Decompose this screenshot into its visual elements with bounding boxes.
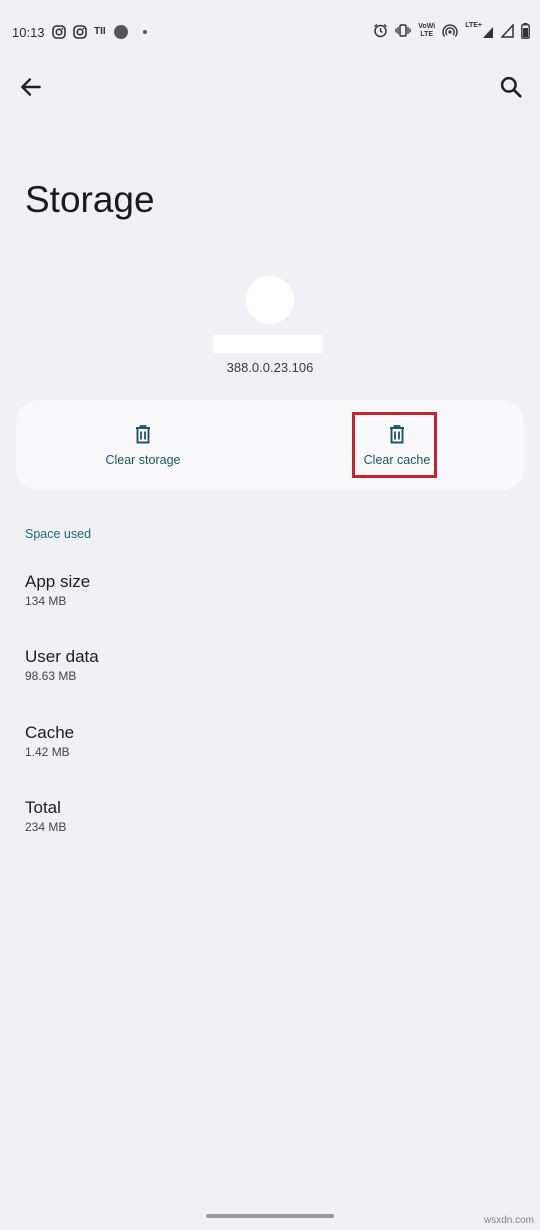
item-value: 1.42 MB — [25, 745, 70, 759]
alarm-icon — [374, 23, 388, 38]
clear-storage-button[interactable]: Clear storage — [16, 400, 270, 490]
item-title: Total — [25, 798, 61, 817]
trash-icon — [136, 425, 150, 444]
hotspot-icon — [442, 24, 458, 37]
storage-item-cache: Cache 1.42 MB — [25, 722, 74, 760]
app-icon — [246, 276, 294, 324]
storage-item-app-size: App size 134 MB — [25, 571, 90, 609]
instagram-icon — [73, 25, 87, 39]
clear-storage-label: Clear storage — [105, 453, 181, 467]
item-title: App size — [25, 572, 91, 591]
status-time: 10:13 — [12, 25, 45, 40]
battery-icon — [521, 22, 530, 39]
item-title: Cache — [25, 723, 75, 742]
item-title: User data — [25, 647, 99, 666]
app-bar — [0, 64, 540, 112]
gesture-nav-handle[interactable] — [206, 1214, 334, 1218]
watermark: wsxdn.com — [483, 1215, 534, 1226]
clear-cache-highlight — [352, 412, 437, 478]
app-name-redacted — [213, 335, 323, 353]
small-dot-icon — [142, 30, 147, 34]
signal-icon — [501, 23, 514, 38]
storage-item-total: Total 234 MB — [25, 797, 66, 835]
lte-signal-icon: LTE+ — [465, 22, 494, 39]
status-right-icons: VoWi LTE LTE+ — [373, 22, 530, 39]
record-dot-icon — [113, 25, 128, 39]
volte-icon: VoWi LTE — [418, 22, 436, 38]
status-bar: 10:13 TII VoWi LTE LTE+ — [0, 0, 540, 64]
storage-actions-card: Clear storage Clear cache — [16, 400, 524, 490]
item-value: 234 MB — [25, 820, 67, 834]
app-version: 388.0.0.23.106 — [226, 360, 314, 375]
search-icon[interactable] — [498, 74, 524, 100]
instagram-icon — [52, 25, 66, 39]
item-value: 134 MB — [25, 594, 67, 608]
page-title: Storage — [25, 179, 155, 220]
vibrate-icon — [395, 24, 411, 37]
arrow-back-icon[interactable] — [18, 74, 44, 100]
ti-carrier-icon: TII — [94, 26, 106, 37]
status-left-icons: TII — [52, 24, 150, 40]
item-value: 98.63 MB — [25, 669, 77, 683]
space-used-header: Space used — [25, 527, 92, 541]
storage-item-user-data: User data 98.63 MB — [25, 646, 99, 684]
